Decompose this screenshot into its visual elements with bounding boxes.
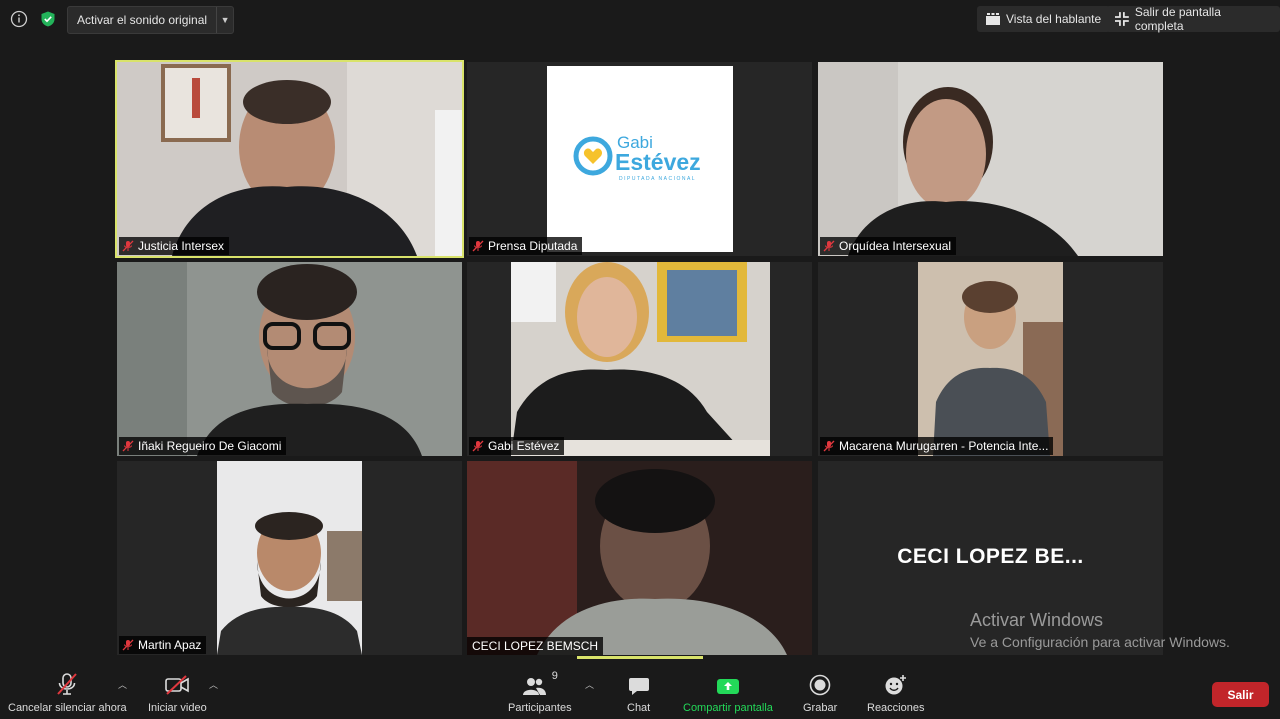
original-sound-label: Activar el sonido original [77,13,208,27]
chat-button[interactable]: Chat [627,670,650,714]
reactions-button[interactable]: Reacciones [867,670,924,714]
unmute-label: Cancelar silenciar ahora [8,702,127,714]
participant-video [818,262,1163,456]
leave-meeting-button[interactable]: Salir [1212,682,1269,707]
exit-fullscreen-icon [1115,12,1129,26]
audio-activity-indicator [577,656,703,659]
participant-name-tag: Prensa Diputada [469,237,583,255]
participant-video [818,62,1163,256]
windows-activation-watermark: Activar Windows Ve a Configuración para … [970,610,1230,650]
meeting-info-icon[interactable] [8,8,30,30]
participant-video [467,262,812,456]
encryption-shield-icon[interactable] [37,8,59,30]
participant-name: Macarena Murugarren - Potencia Inte... [839,439,1049,453]
mic-muted-icon [823,240,835,252]
share-screen-icon [716,670,740,696]
chat-bubble-icon [628,670,650,696]
reactions-label: Reacciones [867,702,925,714]
participant-name-tag: Iñaki Regueiro De Giacomi [119,437,287,455]
start-video-label: Iniciar video [148,702,207,714]
video-tile-ceci-lopez-video[interactable]: CECI LOPEZ BEMSCH [467,461,812,655]
video-tile-gabi-estevez[interactable]: Gabi Estévez [467,262,812,456]
mic-muted-icon [472,240,484,252]
unmute-button[interactable]: Cancelar silenciar ahora [8,670,127,714]
participant-name: Prensa Diputada [488,239,578,253]
mic-muted-icon [122,639,134,651]
participant-name: Justicia Intersex [138,239,225,253]
camera-off-icon [164,670,190,696]
speaker-view-button[interactable]: Vista del hablante [977,6,1111,32]
mic-muted-icon [122,440,134,452]
chat-label: Chat [627,702,651,714]
video-tile-inaki[interactable]: Iñaki Regueiro De Giacomi [117,262,462,456]
participant-name: Martin Apaz [138,638,202,652]
video-tile-orquidea-intersexual[interactable]: Orquídea Intersexual [818,62,1163,256]
participant-name-tag: Justicia Intersex [119,237,230,255]
participants-button[interactable]: 9 Participantes [508,670,572,714]
participant-video [117,461,462,655]
participant-video [117,62,462,256]
share-screen-label: Compartir pantalla [683,702,773,714]
watermark-title: Activar Windows [970,610,1104,630]
record-icon [809,670,831,696]
mic-muted-icon [55,670,79,696]
exit-fullscreen-button[interactable]: Salir de pantalla completa [1106,5,1280,33]
watermark-subtitle: Ve a Configuración para activar Windows. [970,634,1230,650]
mic-muted-icon [122,240,134,252]
exit-fullscreen-label: Salir de pantalla completa [1134,5,1221,33]
logo-last-name: Estévez [615,149,701,175]
participant-name-tag: Martin Apaz [119,636,207,654]
participant-name: CECI LOPEZ BEMSCH [472,639,599,653]
logo-subtitle: DIPUTADA NACIONAL [619,176,697,182]
participant-video [467,461,812,655]
start-video-button[interactable]: Iniciar video [148,670,207,714]
top-bar: Activar el sonido original ▼ Vista del h… [0,0,1280,38]
participant-name-tag: Gabi Estévez [469,437,565,455]
participant-video [117,262,462,456]
record-button[interactable]: Grabar [803,670,837,714]
video-tile-martin-apaz[interactable]: Martin Apaz [117,461,462,655]
meeting-toolbar: Cancelar silenciar ahora ︿ Iniciar video… [0,664,1280,719]
original-sound-button[interactable]: Activar el sonido original ▼ [67,6,235,34]
speaker-view-label: Vista del hablante [1006,12,1102,26]
participant-name-tag: Macarena Murugarren - Potencia Inte... [820,437,1054,455]
participant-name-tag: CECI LOPEZ BEMSCH [467,637,604,655]
logo-card: Gabi Estévez DIPUTADA NACIONAL [547,66,733,252]
participant-name: Orquídea Intersexual [839,239,952,253]
participants-options-chevron-icon[interactable]: ︿ [585,678,594,691]
record-label: Grabar [803,702,838,714]
speaker-view-icon [986,13,1000,25]
participant-name: Gabi Estévez [488,439,560,453]
participants-count: 9 [551,670,558,682]
participant-name-tag: Orquídea Intersexual [820,237,957,255]
participant-display-name: CECI LOPEZ BE... [897,545,1084,568]
video-options-chevron-icon[interactable]: ︿ [209,678,218,691]
mic-muted-icon [472,440,484,452]
reactions-smiley-icon [884,670,908,696]
video-tile-justicia-intersex[interactable]: Justicia Intersex [115,60,464,258]
participant-name: Iñaki Regueiro De Giacomi [138,439,282,453]
video-tile-prensa-diputada[interactable]: Gabi Estévez DIPUTADA NACIONAL Prensa Di… [467,62,812,256]
share-screen-button[interactable]: Compartir pantalla [683,670,773,714]
participants-label: Participantes [508,702,572,714]
mic-muted-icon [823,440,835,452]
participants-icon [522,678,546,695]
video-tile-macarena[interactable]: Macarena Murugarren - Potencia Inte... [818,262,1163,456]
chevron-down-icon[interactable]: ▼ [216,7,233,33]
heart-logo-icon [573,136,613,176]
audio-options-chevron-icon[interactable]: ︿ [118,678,127,691]
